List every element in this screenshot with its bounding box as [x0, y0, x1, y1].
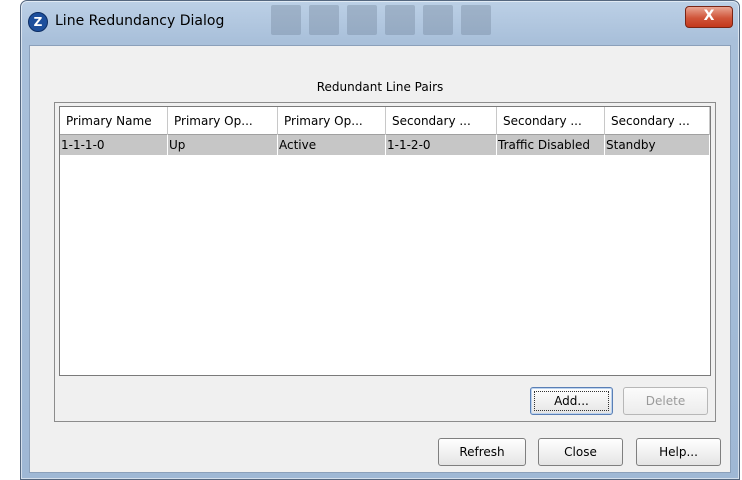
column-header-primary-op-1[interactable]: Primary Op... — [168, 107, 278, 135]
delete-button[interactable]: Delete — [623, 387, 708, 415]
refresh-button-label: Refresh — [459, 445, 505, 459]
help-button[interactable]: Help... — [636, 438, 721, 466]
column-header-primary-op-2[interactable]: Primary Op... — [278, 107, 386, 135]
table-row[interactable]: 1-1-1-0 Up Active 1-1-2-0 Traffic Disabl… — [60, 135, 710, 155]
window-close-button[interactable]: X — [685, 6, 733, 28]
close-button[interactable]: Close — [538, 438, 623, 466]
table-cell: 1-1-2-0 — [386, 135, 497, 155]
table-cell: Up — [168, 135, 278, 155]
table-cell: Standby — [605, 135, 710, 155]
column-header-secondary-2[interactable]: Secondary ... — [497, 107, 605, 135]
refresh-button[interactable]: Refresh — [438, 438, 526, 466]
column-header-secondary-3[interactable]: Secondary ... — [605, 107, 710, 135]
table-header: Primary Name Primary Op... Primary Op...… — [60, 107, 710, 135]
app-logo-icon: Z — [28, 12, 48, 32]
add-button[interactable]: Add... — [530, 387, 613, 415]
group-title: Redundant Line Pairs — [316, 80, 444, 94]
column-header-primary-name[interactable]: Primary Name — [60, 107, 168, 135]
dialog-content: Redundant Line Pairs Primary Name Primar… — [29, 45, 731, 473]
line-pairs-table[interactable]: Primary Name Primary Op... Primary Op...… — [59, 106, 711, 376]
column-header-secondary-1[interactable]: Secondary ... — [386, 107, 497, 135]
dialog-window: Z Line Redundancy Dialog X Redundant Lin… — [20, 0, 740, 480]
window-title: Line Redundancy Dialog — [55, 13, 225, 29]
table-cell: Traffic Disabled — [497, 135, 605, 155]
close-button-label: Close — [564, 445, 597, 459]
table-cell: Active — [278, 135, 386, 155]
delete-button-label: Delete — [645, 394, 686, 408]
redundant-line-pairs-group: Primary Name Primary Op... Primary Op...… — [54, 102, 716, 422]
title-bar[interactable]: Z Line Redundancy Dialog X — [21, 1, 739, 45]
table-cell: 1-1-1-0 — [60, 135, 168, 155]
focus-ring — [534, 391, 609, 411]
help-button-label: Help... — [659, 445, 698, 459]
title-bar-background-decoration — [271, 5, 551, 39]
